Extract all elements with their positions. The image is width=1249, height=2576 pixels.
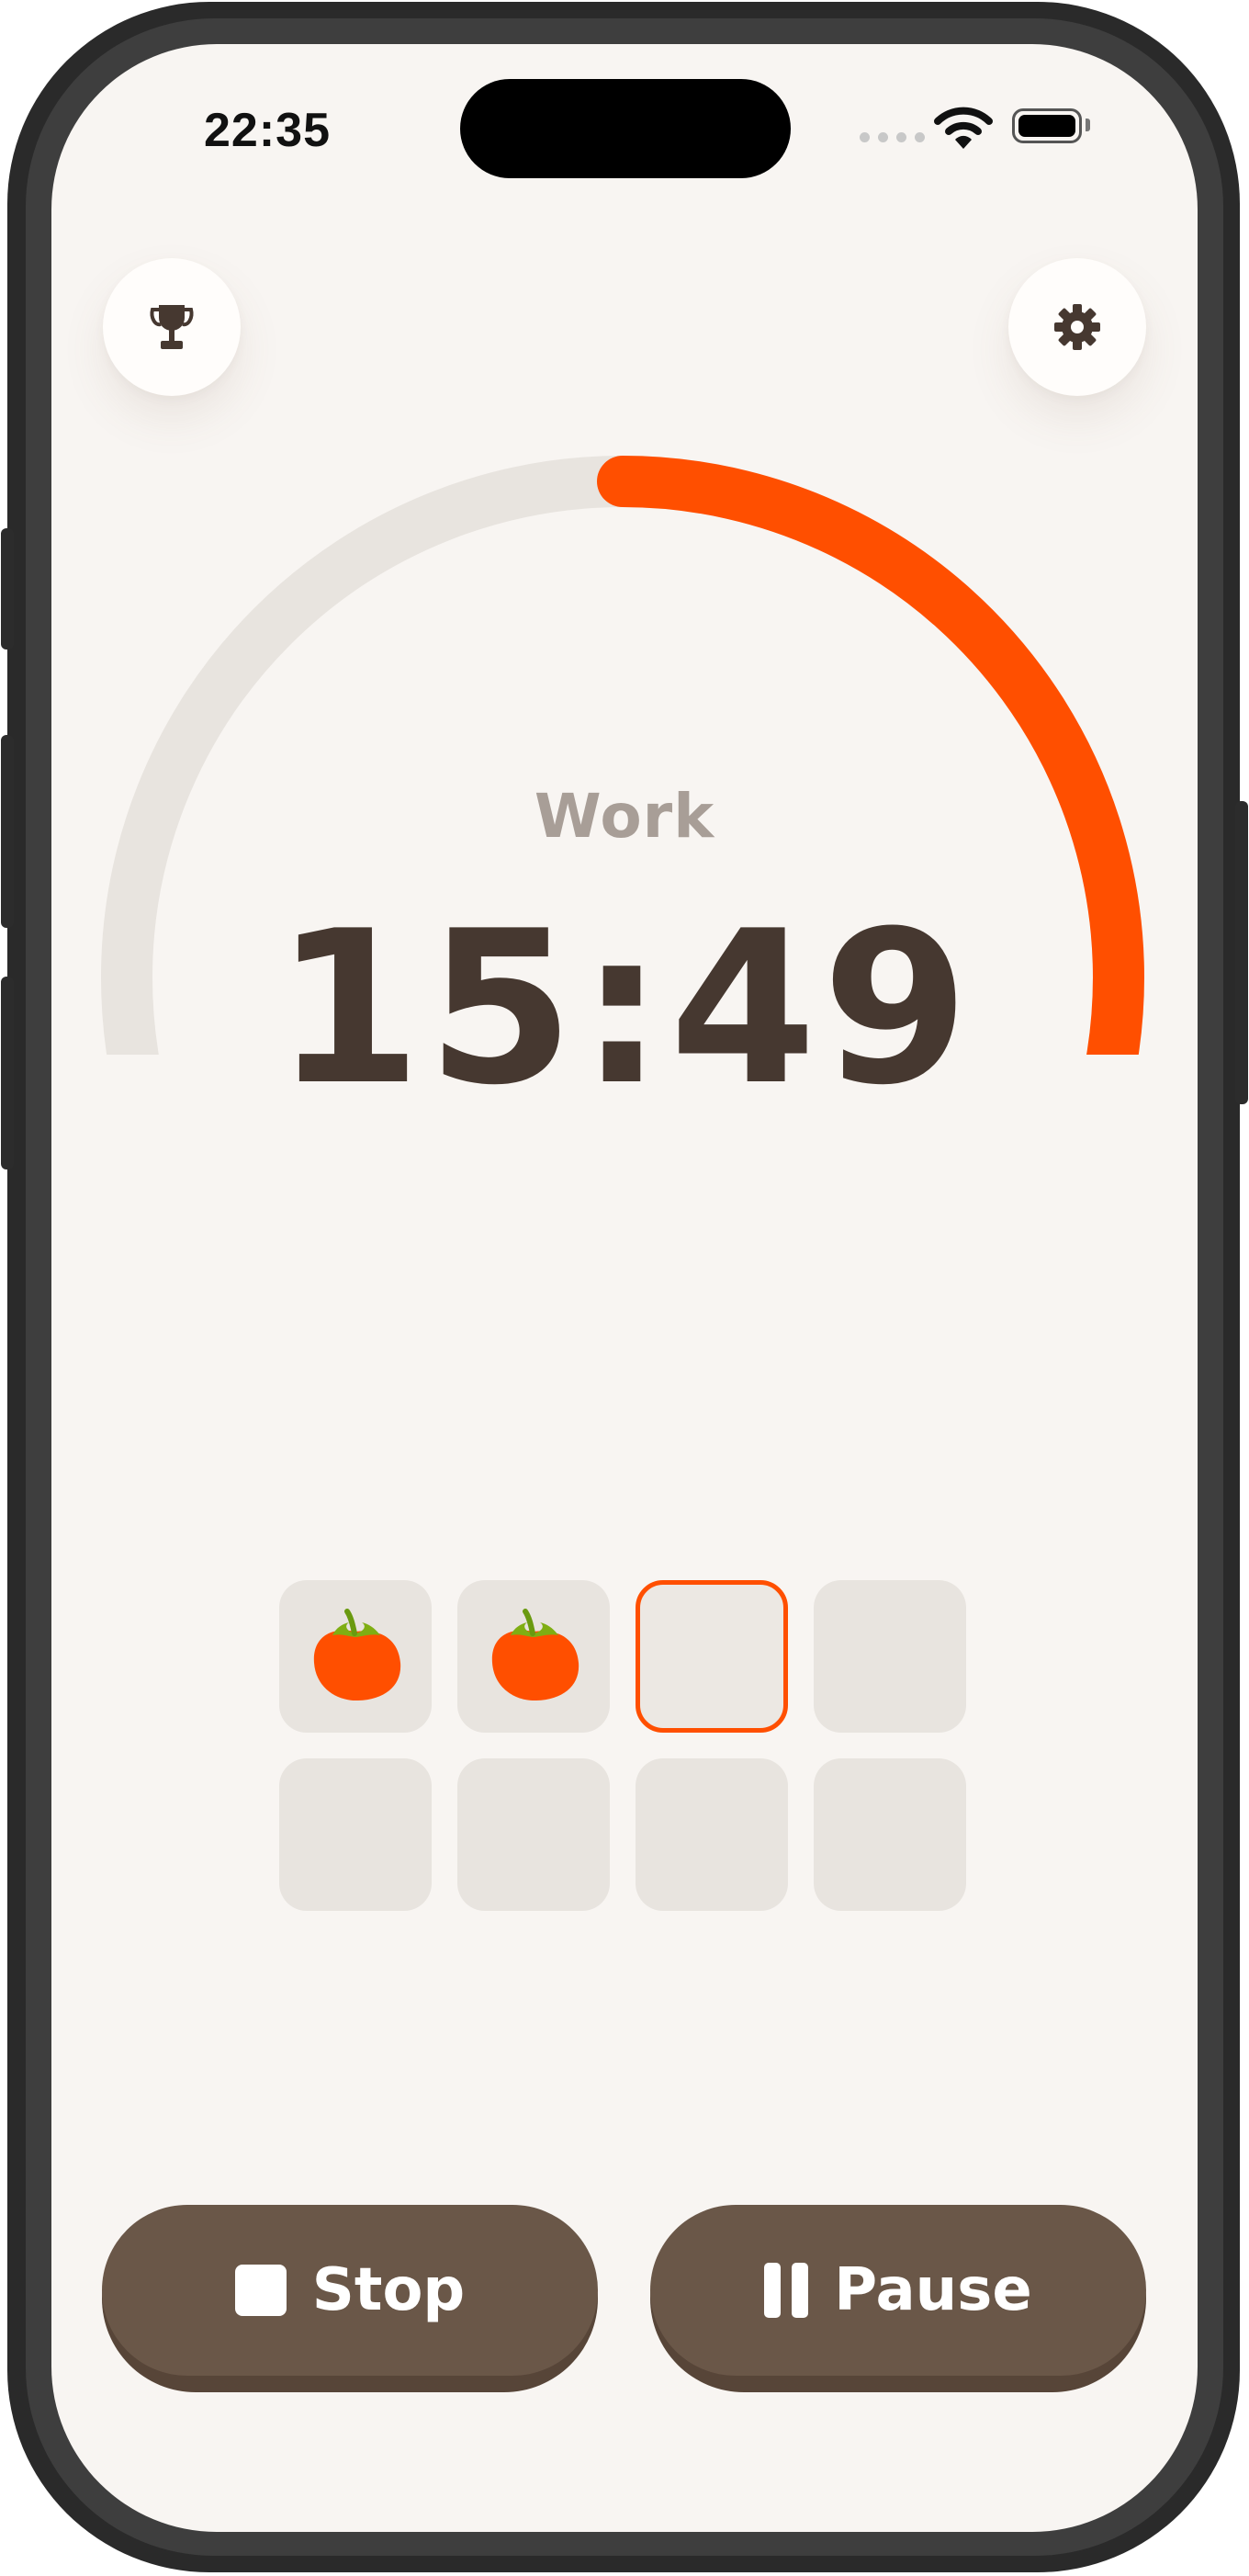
app-screen: 22:35 Work 15:49 Stop Pause [51,44,1198,2532]
mute-switch [1,528,14,650]
pause-icon [764,2263,809,2318]
tomato-icon [313,1609,401,1701]
tomato-icon [491,1609,579,1701]
volume-up-button [1,735,14,928]
timer-countdown: 15:49 [274,887,975,1132]
stop-button-label: Stop [311,2256,466,2324]
stop-icon [234,2265,287,2316]
session-pending [814,1758,966,1911]
session-pending [636,1758,788,1911]
pause-button-label: Pause [834,2256,1032,2324]
session-tracker [279,1580,966,1911]
stop-button[interactable]: Stop [102,2205,598,2392]
timer-mode-label: Work [534,781,715,852]
session-current [636,1580,788,1733]
session-pending [814,1580,966,1733]
power-button [1235,801,1248,1104]
stop-button-face[interactable]: Stop [102,2205,598,2376]
pause-button-face[interactable]: Pause [650,2205,1146,2376]
pause-button[interactable]: Pause [650,2205,1146,2392]
session-pending [457,1758,610,1911]
volume-down-button [1,977,14,1169]
session-completed [279,1580,432,1733]
session-pending [279,1758,432,1911]
session-completed [457,1580,610,1733]
